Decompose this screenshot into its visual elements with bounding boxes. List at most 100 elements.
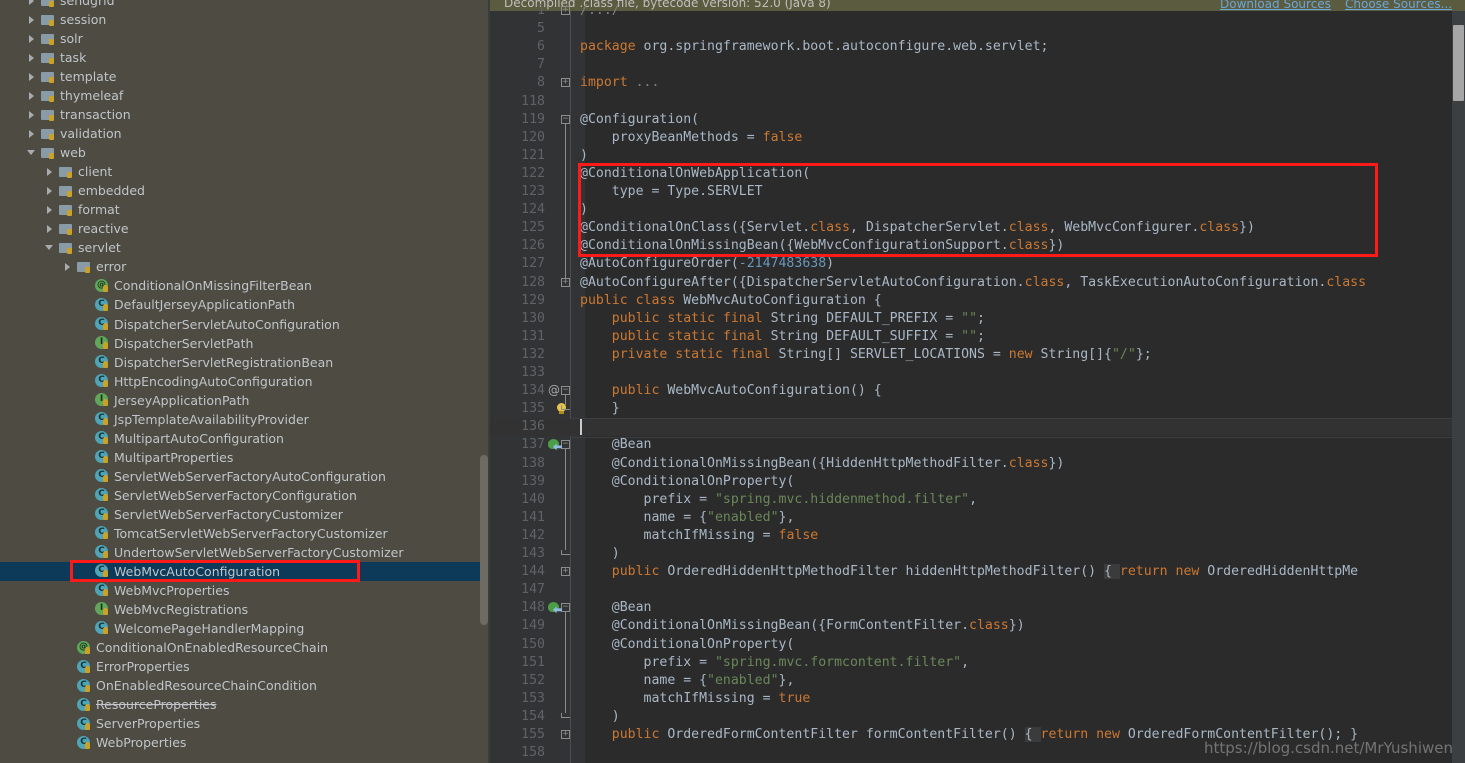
implementing-method-icon[interactable] xyxy=(548,439,562,451)
tree-item-multipartproperties[interactable]: MultipartProperties xyxy=(0,448,490,467)
project-tree-panel[interactable]: sendgrid session solr task template thymeleaf… xyxy=(0,0,490,763)
tree-item-solr[interactable]: solr xyxy=(0,29,490,48)
tree-item-multipartautoconfiguration[interactable]: MultipartAutoConfiguration xyxy=(0,429,490,448)
tree-item-error[interactable]: error xyxy=(0,257,490,276)
code-surface[interactable]: 1 /.../ 5 6 package org.springframework.boot… xyxy=(490,3,1465,763)
code-line-154[interactable]: 154 ) xyxy=(490,708,1465,726)
sidebar-scrollbar[interactable] xyxy=(480,455,488,625)
fold-collapse-icon[interactable]: − xyxy=(561,386,570,396)
chevron-right-icon[interactable] xyxy=(62,261,73,272)
code-line-123[interactable]: 123 type = Type.SERVLET xyxy=(490,183,1465,201)
chevron-right-icon[interactable] xyxy=(26,128,37,139)
editor-scrollbar-track[interactable] xyxy=(1452,11,1465,763)
tree-item-dispatcherservletpath[interactable]: DispatcherServletPath xyxy=(0,334,490,353)
code-line-130[interactable]: 130 public static final String DEFAULT_P… xyxy=(490,310,1465,328)
code-line-132[interactable]: 132 private static final String[] SERVLE… xyxy=(490,346,1465,364)
chevron-right-icon[interactable] xyxy=(44,223,55,234)
tree-item-conditionalonenabledresourcechain[interactable]: ConditionalOnEnabledResourceChain xyxy=(0,638,490,657)
code-line-119[interactable]: 119 @Configuration( xyxy=(490,111,1465,129)
code-line-143[interactable]: 143 ) xyxy=(490,545,1465,563)
tree-item-httpencodingautoconfiguration[interactable]: HttpEncodingAutoConfiguration xyxy=(0,372,490,391)
code-line-118[interactable]: 118 xyxy=(490,93,1465,111)
chevron-right-icon[interactable] xyxy=(26,71,37,82)
code-line-1[interactable]: 1 /.../ xyxy=(490,2,1465,20)
tree-item-servlet[interactable]: servlet xyxy=(0,238,490,257)
chevron-right-icon[interactable] xyxy=(44,204,55,215)
code-line-139[interactable]: 139 @ConditionalOnProperty( xyxy=(490,473,1465,491)
code-line-127[interactable]: 127 @AutoConfigureOrder(-2147483638) xyxy=(490,255,1465,273)
fold-expand-icon[interactable]: + xyxy=(561,730,570,739)
tree-item-web[interactable]: web xyxy=(0,143,490,162)
chevron-down-icon[interactable] xyxy=(44,242,55,253)
tree-item-webproperties[interactable]: WebProperties xyxy=(0,733,490,752)
code-line-126[interactable]: 126 @ConditionalOnMissingBean({WebMvcConf… xyxy=(490,237,1465,255)
tree-item-client[interactable]: client xyxy=(0,162,490,181)
fold-region-end-icon[interactable] xyxy=(561,405,570,411)
code-line-147[interactable]: 147 xyxy=(490,581,1465,599)
chevron-right-icon[interactable] xyxy=(26,52,37,63)
code-line-141[interactable]: 141 name = {"enabled"}, xyxy=(490,509,1465,527)
code-line-148[interactable]: 148 @Bean xyxy=(490,599,1465,617)
tree-item-jsptemplateavailabilityprovider[interactable]: JspTemplateAvailabilityProvider xyxy=(0,410,490,429)
code-line-135[interactable]: 135 } xyxy=(490,400,1465,418)
code-line-150[interactable]: 150 @ConditionalOnProperty( xyxy=(490,636,1465,654)
tree-item-conditionalonmissingfilterbean[interactable]: ConditionalOnMissingFilterBean xyxy=(0,276,490,295)
fold-collapse-icon[interactable]: − xyxy=(561,440,570,450)
code-line-125[interactable]: 125 @ConditionalOnClass({Servlet.class, D… xyxy=(490,219,1465,237)
tree-item-defaultjerseyapplicationpath[interactable]: DefaultJerseyApplicationPath xyxy=(0,295,490,314)
tree-item-onenabledresourcechaincondition[interactable]: OnEnabledResourceChainCondition xyxy=(0,676,490,695)
editor-scrollbar-thumb[interactable] xyxy=(1453,25,1464,101)
code-editor-panel[interactable]: Decompiled .class file, bytecode version… xyxy=(490,0,1465,763)
tree-item-webmvcautoconfiguration[interactable]: WebMvcAutoConfiguration xyxy=(0,561,490,581)
tree-item-jerseyapplicationpath[interactable]: JerseyApplicationPath xyxy=(0,391,490,410)
code-line-136[interactable]: 136 xyxy=(490,418,1465,439)
code-line-142[interactable]: 142 matchIfMissing = false xyxy=(490,527,1465,545)
fold-expand-icon[interactable]: + xyxy=(561,567,570,577)
code-line-151[interactable]: 151 prefix = "spring.mvc.formcontent.fil… xyxy=(490,654,1465,672)
code-line-121[interactable]: 121) xyxy=(490,147,1465,165)
tree-item-format[interactable]: format xyxy=(0,200,490,219)
tree-item-servletwebserverfactoryconfiguration[interactable]: ServletWebServerFactoryConfiguration xyxy=(0,486,490,505)
code-line-134[interactable]: 134 public WebMvcAutoConfiguration() { xyxy=(490,382,1465,400)
code-line-133[interactable]: 133 xyxy=(490,364,1465,382)
code-line-153[interactable]: 153 matchIfMissing = true xyxy=(490,690,1465,708)
code-line-128[interactable]: 128 @AutoConfigureAfter({DispatcherServle… xyxy=(490,274,1465,292)
chevron-right-icon[interactable] xyxy=(44,166,55,177)
code-line-152[interactable]: 152 name = {"enabled"}, xyxy=(490,672,1465,690)
tree-item-errorproperties[interactable]: ErrorProperties xyxy=(0,657,490,676)
code-line-124[interactable]: 124) xyxy=(490,201,1465,219)
code-line-129[interactable]: 129 public class WebMvcAutoConfiguration … xyxy=(490,292,1465,310)
annotation-marker-icon[interactable]: @ xyxy=(548,383,560,397)
tree-item-transaction[interactable]: transaction xyxy=(0,105,490,124)
code-line-120[interactable]: 120 proxyBeanMethods = false xyxy=(490,129,1465,147)
code-line-7[interactable]: 7 xyxy=(490,56,1465,74)
fold-region-end-icon[interactable] xyxy=(561,550,570,555)
tree-item-welcomepagehandlermapping[interactable]: WelcomePageHandlerMapping xyxy=(0,619,490,638)
tree-item-reactive[interactable]: reactive xyxy=(0,219,490,238)
chevron-right-icon[interactable] xyxy=(26,14,37,25)
chevron-down-icon[interactable] xyxy=(26,147,37,158)
tree-item-dispatcherservletregistrationbean[interactable]: DispatcherServletRegistrationBean xyxy=(0,353,490,372)
tree-item-servletwebserverfactorycustomizer[interactable]: ServletWebServerFactoryCustomizer xyxy=(0,505,490,524)
code-line-140[interactable]: 140 prefix = "spring.mvc.hiddenmethod.fi… xyxy=(490,491,1465,509)
chevron-right-icon[interactable] xyxy=(26,90,37,101)
tree-item-serverproperties[interactable]: ServerProperties xyxy=(0,714,490,733)
tree-item-template[interactable]: template xyxy=(0,67,490,86)
code-line-138[interactable]: 138 @ConditionalOnMissingBean({HiddenHtt… xyxy=(490,455,1465,473)
chevron-right-icon[interactable] xyxy=(26,0,37,6)
tree-item-session[interactable]: session xyxy=(0,10,490,29)
tree-item-webmvcproperties[interactable]: WebMvcProperties xyxy=(0,581,490,600)
fold-collapse-icon[interactable]: − xyxy=(561,603,570,613)
code-line-5[interactable]: 5 xyxy=(490,20,1465,38)
tree-item-embedded[interactable]: embedded xyxy=(0,181,490,200)
tree-item-validation[interactable]: validation xyxy=(0,124,490,143)
tree-item-thymeleaf[interactable]: thymeleaf xyxy=(0,86,490,105)
chevron-right-icon[interactable] xyxy=(26,33,37,44)
tree-item-dispatcherservletautoconfiguration[interactable]: DispatcherServletAutoConfiguration xyxy=(0,315,490,334)
code-line-131[interactable]: 131 public static final String DEFAULT_S… xyxy=(490,328,1465,346)
code-line-122[interactable]: 122 @ConditionalOnWebApplication( xyxy=(490,165,1465,183)
fold-expand-icon[interactable]: + xyxy=(561,6,570,15)
tree-item-sendgrid[interactable]: sendgrid xyxy=(0,0,490,10)
tree-item-undertowservletwebserverfactorycustomizer[interactable]: UndertowServletWebServerFactoryCustomize… xyxy=(0,543,490,562)
fold-expand-icon[interactable]: + xyxy=(561,78,570,88)
